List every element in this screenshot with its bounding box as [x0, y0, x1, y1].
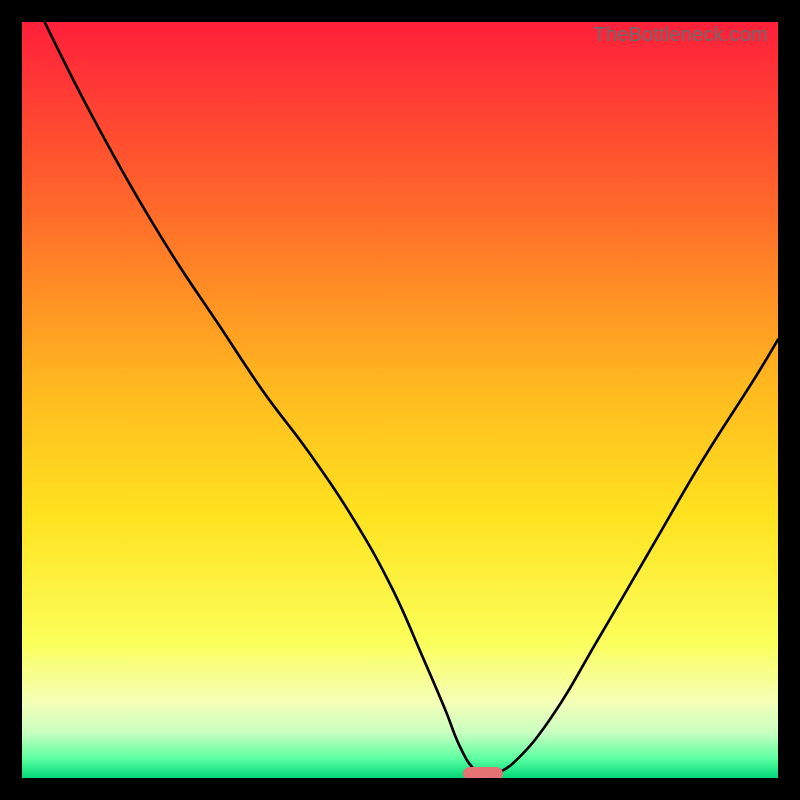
- watermark-text: TheBottleneck.com: [593, 24, 768, 47]
- bottleneck-curve: [22, 22, 778, 778]
- plot-area: TheBottleneck.com: [22, 22, 778, 778]
- chart-frame: TheBottleneck.com: [0, 0, 800, 800]
- optimal-marker: [463, 767, 503, 778]
